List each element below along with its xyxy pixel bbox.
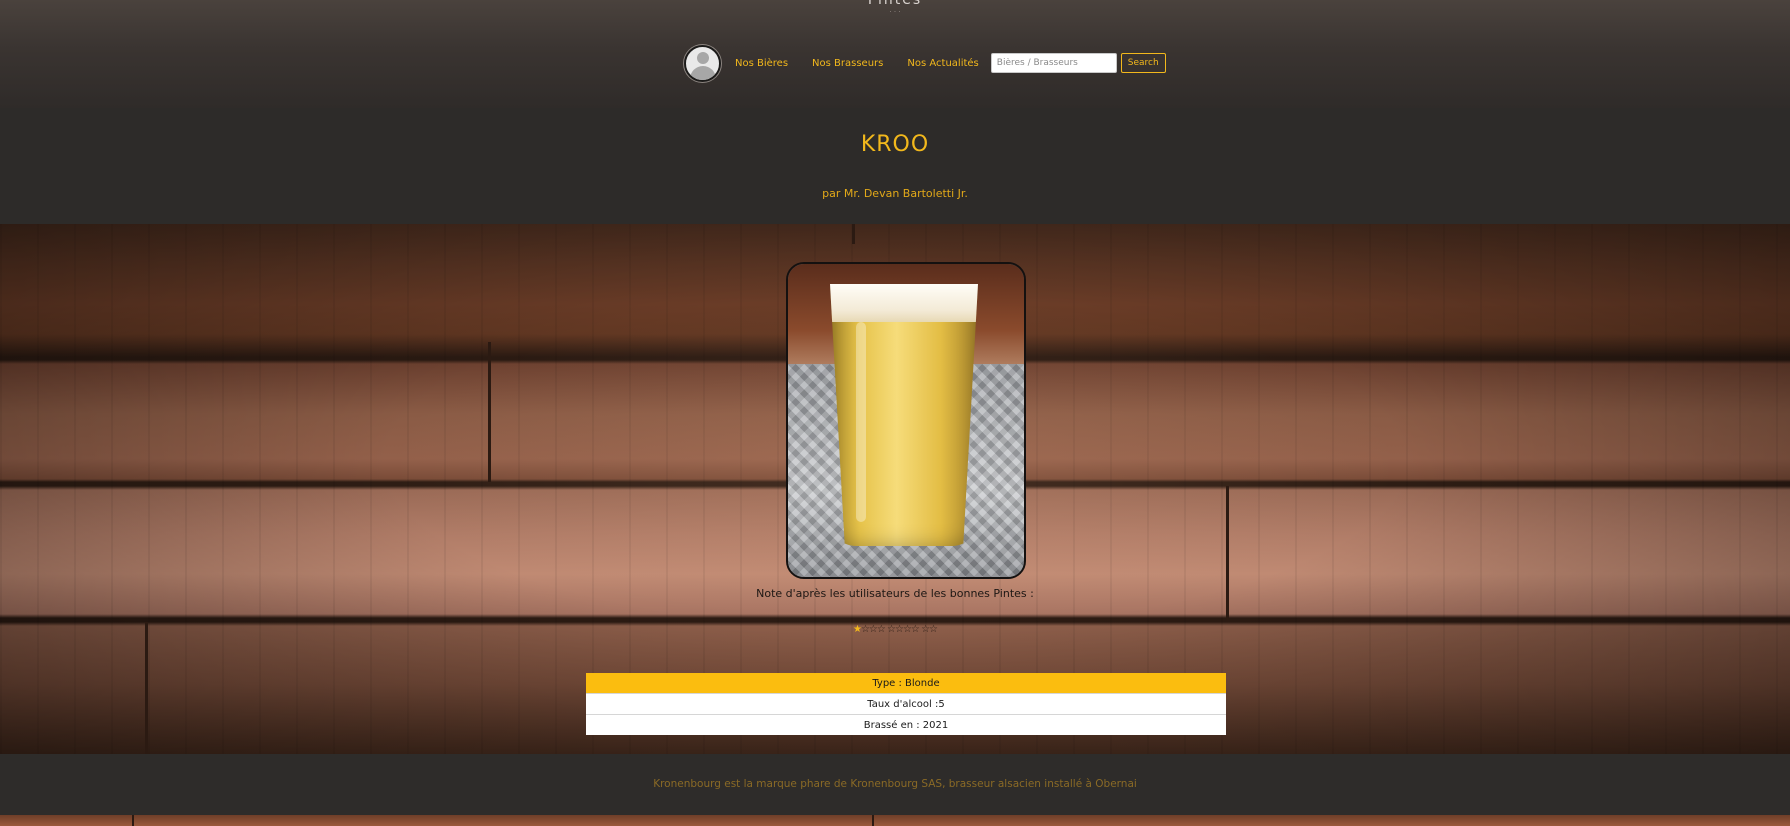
brew-year-cell: Brassé en : 2021 — [586, 714, 1226, 735]
rating-label: Note d'après les utilisateurs de les bon… — [756, 587, 1034, 600]
bottom-wood-strip — [0, 815, 1790, 826]
user-avatar[interactable] — [684, 44, 721, 82]
nav-link-actualites[interactable]: Nos Actualités — [907, 58, 978, 69]
beer-title: KROO — [860, 132, 930, 157]
glass-shine-shape — [856, 322, 866, 522]
beer-glass-shape — [830, 284, 978, 546]
table-row: Brassé en : 2021 — [586, 714, 1226, 735]
avatar-head-shape — [697, 51, 709, 64]
table-row: Taux d'alcool :5 — [586, 693, 1226, 715]
plank-seam — [145, 622, 148, 754]
search-input[interactable] — [990, 53, 1117, 73]
site-footer: Kronenbourg est la marque phare de Krone… — [0, 754, 1790, 815]
beer-foam-shape — [830, 284, 978, 322]
plank-seam — [488, 342, 491, 482]
empty-stars-icon[interactable]: ☆☆☆ ☆☆☆☆ ☆☆ — [861, 624, 938, 635]
plank-seam — [872, 815, 874, 826]
site-logo[interactable]: Pintes — [0, 0, 1790, 8]
beer-author: par Mr. Devan Bartoletti Jr. — [822, 187, 968, 200]
beer-details-table: Type : Blonde Taux d'alcool :5 Brassé en… — [586, 673, 1226, 735]
plank-seam — [1226, 486, 1229, 622]
main-nav: Nos Bières Nos Brasseurs Nos Actualités … — [684, 44, 1166, 82]
nav-link-brasseurs[interactable]: Nos Brasseurs — [812, 58, 883, 69]
table-row: Type : Blonde — [586, 673, 1226, 694]
star-rating[interactable]: ★☆☆☆ ☆☆☆☆ ☆☆ — [0, 624, 1790, 635]
beer-type-cell: Type : Blonde — [586, 673, 1226, 694]
star-icon[interactable]: ★ — [853, 624, 862, 635]
beer-photo — [786, 262, 1026, 579]
avatar-body-shape — [690, 65, 716, 80]
site-logo-subtitle: · · · — [889, 8, 901, 16]
nav-link-bieres[interactable]: Nos Bières — [735, 58, 788, 69]
site-header: Pintes · · · Nos Bières Nos Brasseurs No… — [0, 0, 1790, 108]
footer-text: Kronenbourg est la marque phare de Krone… — [653, 778, 1137, 790]
search-button[interactable]: Search — [1120, 53, 1166, 73]
plank-seam — [852, 224, 855, 244]
beer-title-section: KROO par Mr. Devan Bartoletti Jr. — [0, 108, 1790, 224]
alcohol-rate-cell: Taux d'alcool :5 — [586, 693, 1226, 715]
plank-seam — [132, 815, 134, 826]
